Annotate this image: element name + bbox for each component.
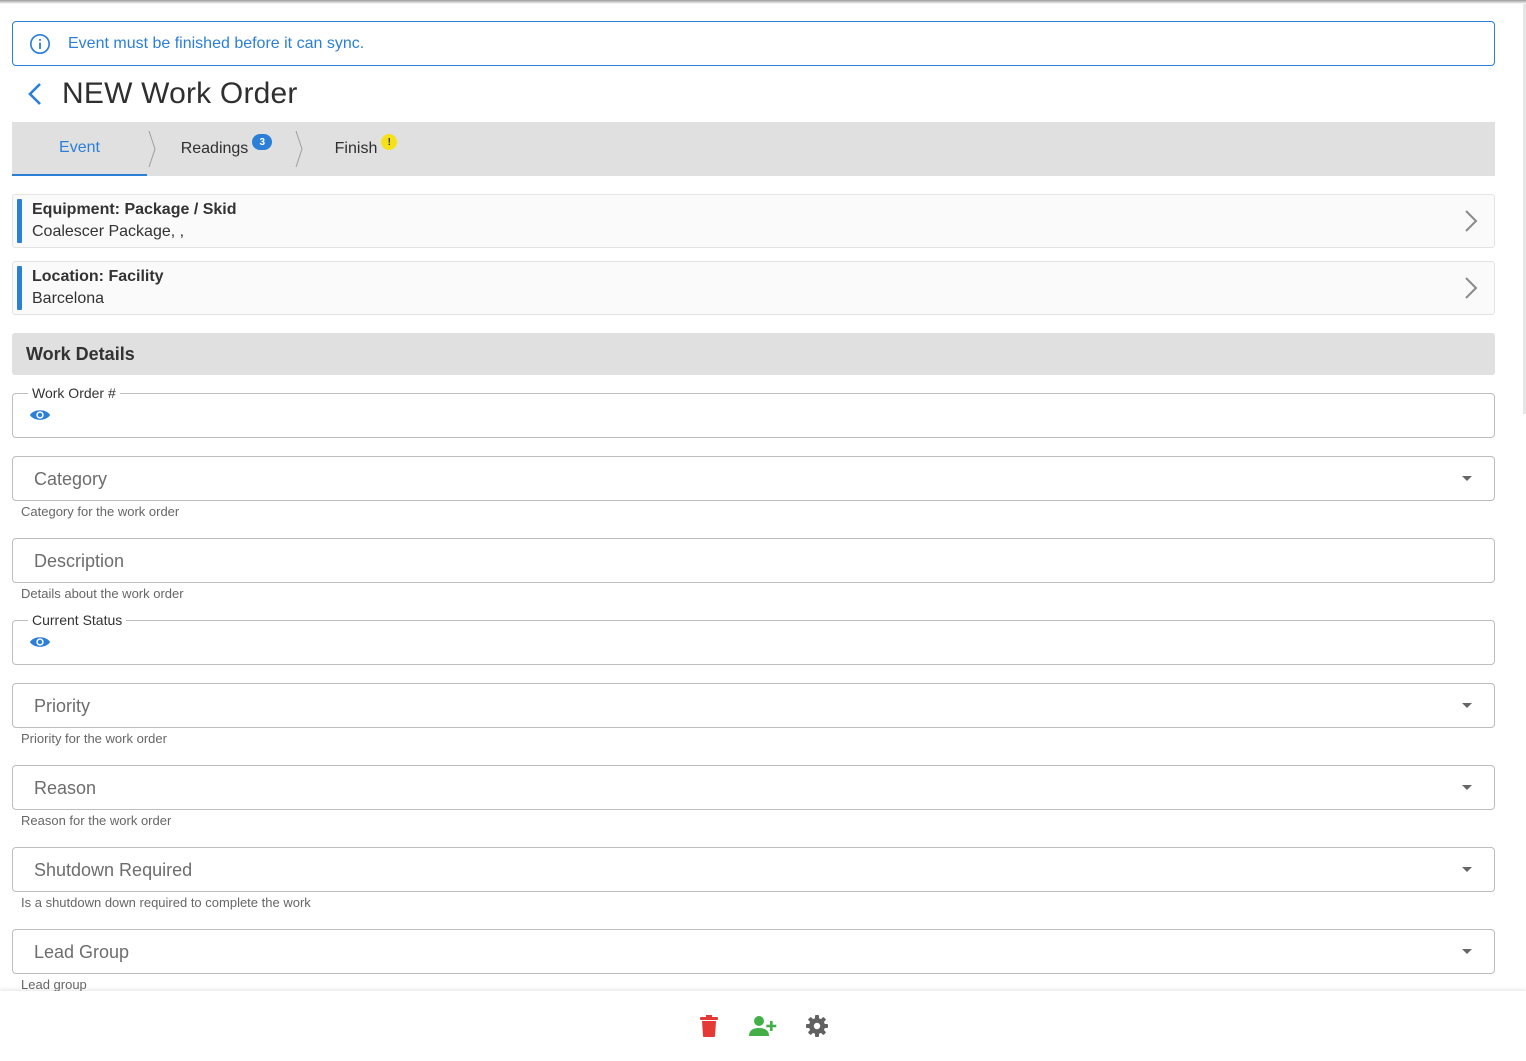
- location-card-value: Barcelona: [32, 290, 105, 307]
- dropdown-caret-icon: [1462, 949, 1472, 954]
- tab-finish[interactable]: Finish !: [306, 122, 426, 176]
- equipment-card[interactable]: Equipment: Package / Skid Coalescer Pack…: [12, 194, 1495, 248]
- work-details-header: Work Details: [12, 333, 1495, 375]
- chevron-right-icon: [1465, 277, 1478, 299]
- location-card-title: Location: Facility: [32, 268, 164, 285]
- sync-warning-banner: Event must be finished before it can syn…: [12, 21, 1495, 66]
- card-accent: [17, 199, 22, 243]
- tab-separator: [294, 122, 306, 176]
- current-status-label: Current Status: [28, 612, 127, 628]
- location-card[interactable]: Location: Facility Barcelona: [12, 261, 1495, 315]
- person-add-icon: [749, 1016, 777, 1036]
- reason-placeholder: Reason: [34, 778, 97, 798]
- tab-label: Readings: [180, 140, 249, 157]
- equipment-card-title: Equipment: Package / Skid: [32, 201, 237, 218]
- description-field[interactable]: Description: [12, 538, 1495, 583]
- dropdown-caret-icon: [1462, 785, 1472, 790]
- tab-event[interactable]: Event: [12, 122, 147, 176]
- eye-icon[interactable]: [29, 634, 51, 650]
- main-content: Event must be finished before it can syn…: [12, 21, 1495, 993]
- lead-group-placeholder: Lead Group: [34, 942, 130, 962]
- title-row: NEW Work Order: [12, 66, 1495, 122]
- shutdown-hint: Is a shutdown down required to complete …: [21, 895, 311, 910]
- lead-group-select[interactable]: Lead Group: [12, 929, 1495, 974]
- eye-icon[interactable]: [29, 407, 51, 423]
- category-select[interactable]: Category: [12, 456, 1495, 501]
- category-placeholder: Category: [34, 469, 108, 489]
- page-title: NEW Work Order: [62, 77, 298, 110]
- card-accent: [17, 266, 22, 310]
- add-user-button[interactable]: [736, 1006, 790, 1046]
- chevron-left-icon: [28, 83, 41, 105]
- reason-hint: Reason for the work order: [21, 813, 172, 828]
- delete-button[interactable]: [682, 1006, 736, 1046]
- banner-message: Event must be finished before it can syn…: [68, 34, 365, 52]
- chevron-right-icon: [1465, 210, 1478, 232]
- info-icon: [30, 33, 50, 54]
- readings-count-badge: 3: [252, 134, 273, 150]
- dropdown-caret-icon: [1462, 867, 1472, 872]
- gear-icon: [806, 1015, 828, 1037]
- trash-icon: [700, 1015, 718, 1037]
- work-order-label: Work Order #: [28, 385, 120, 401]
- back-button[interactable]: [20, 79, 50, 109]
- priority-placeholder: Priority: [34, 696, 91, 716]
- tab-label: Finish: [334, 140, 378, 157]
- reason-select[interactable]: Reason: [12, 765, 1495, 810]
- description-placeholder: Description: [34, 551, 125, 571]
- tab-separator: [147, 122, 159, 176]
- bottom-action-bar: [0, 991, 1526, 1061]
- current-status-field[interactable]: Current Status: [12, 612, 1495, 665]
- equipment-card-value: Coalescer Package, ,: [32, 223, 185, 240]
- tab-label: Event: [59, 139, 100, 156]
- work-order-field[interactable]: Work Order #: [12, 385, 1495, 438]
- shutdown-placeholder: Shutdown Required: [34, 860, 193, 880]
- priority-select[interactable]: Priority: [12, 683, 1495, 728]
- shutdown-required-select[interactable]: Shutdown Required: [12, 847, 1495, 892]
- dropdown-caret-icon: [1462, 703, 1472, 708]
- dropdown-caret-icon: [1462, 476, 1472, 481]
- description-hint: Details about the work order: [21, 586, 184, 601]
- top-shadow: [0, 0, 1526, 4]
- priority-hint: Priority for the work order: [21, 731, 167, 746]
- tab-readings[interactable]: Readings 3: [159, 122, 294, 176]
- settings-button[interactable]: [790, 1006, 844, 1046]
- step-tabs: Event Readings 3 Finish !: [12, 122, 1495, 176]
- finish-warning-badge: !: [381, 134, 398, 150]
- category-hint: Category for the work order: [21, 504, 180, 519]
